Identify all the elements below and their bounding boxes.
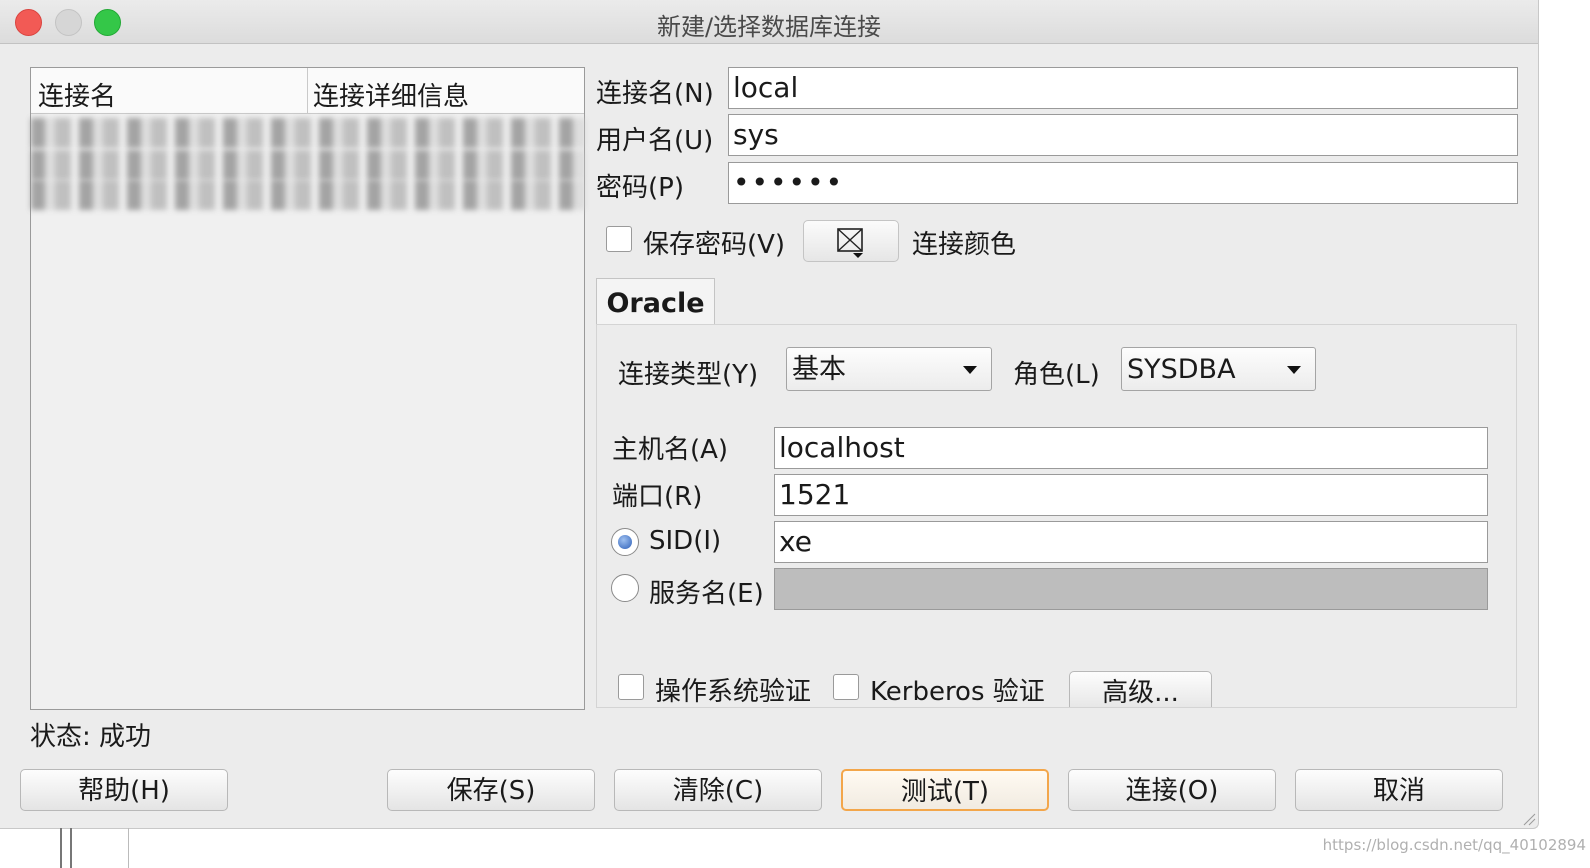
port-input[interactable]: 1521	[774, 474, 1488, 516]
cancel-button[interactable]: 取消	[1295, 769, 1503, 811]
chevron-down-icon	[1287, 366, 1301, 374]
os-auth-label: 操作系统验证	[655, 677, 812, 707]
kerberos-auth-label: Kerberos 验证	[870, 677, 1045, 707]
chevron-down-icon	[963, 366, 977, 374]
resize-grip-icon[interactable]	[1520, 810, 1536, 826]
connection-list[interactable]: 连接名 连接详细信息	[30, 67, 585, 710]
password-input[interactable]: ••••••	[728, 162, 1518, 204]
title-bar: 新建/选择数据库连接	[0, 0, 1538, 44]
save-password-label: 保存密码(V)	[643, 230, 786, 260]
service-name-input[interactable]	[774, 568, 1488, 610]
list-item[interactable]	[31, 150, 584, 180]
advanced-button[interactable]: 高级...	[1069, 671, 1212, 707]
password-label: 密码(P)	[596, 173, 684, 203]
sid-radio[interactable]	[611, 528, 639, 556]
list-item[interactable]	[31, 118, 584, 148]
connection-type-label: 连接类型(Y)	[618, 360, 759, 390]
hostname-label: 主机名(A)	[612, 435, 729, 465]
tab-oracle[interactable]: Oracle	[596, 278, 715, 325]
watermark-text: https://blog.csdn.net/qq_40102894	[1322, 836, 1586, 854]
connect-button[interactable]: 连接(O)	[1068, 769, 1276, 811]
connection-color-label: 连接颜色	[912, 230, 1017, 260]
service-name-label: 服务名(E)	[649, 579, 764, 609]
username-label: 用户名(U)	[596, 126, 714, 156]
sid-label: SID(I)	[649, 526, 722, 556]
connection-type-value: 基本	[792, 354, 846, 385]
column-divider[interactable]	[307, 68, 308, 113]
background-window-divider	[128, 828, 129, 868]
save-password-checkbox[interactable]	[606, 226, 632, 252]
test-button[interactable]: 测试(T)	[841, 769, 1049, 811]
connection-color-button[interactable]	[803, 220, 899, 262]
save-button[interactable]: 保存(S)	[387, 769, 595, 811]
list-item[interactable]	[31, 180, 584, 210]
kerberos-auth-checkbox[interactable]	[833, 674, 859, 700]
status-text: 状态: 成功	[30, 722, 152, 752]
hostname-input[interactable]: localhost	[774, 427, 1488, 469]
role-label: 角色(L)	[1013, 360, 1100, 390]
port-label: 端口(R)	[612, 482, 703, 512]
role-value: SYSDBA	[1127, 354, 1236, 385]
connection-type-select[interactable]: 基本	[786, 347, 992, 391]
connection-list-header: 连接名 连接详细信息	[31, 68, 584, 114]
column-header-connection-name[interactable]: 连接名	[38, 76, 116, 113]
sid-input[interactable]: xe	[774, 521, 1488, 563]
clear-button[interactable]: 清除(C)	[614, 769, 822, 811]
background-window-edge	[60, 828, 72, 868]
username-input[interactable]: sys	[728, 114, 1518, 156]
service-name-radio[interactable]	[611, 574, 639, 602]
connection-name-input[interactable]: local	[728, 67, 1518, 109]
window-title: 新建/选择数据库连接	[656, 13, 882, 41]
oracle-tab-panel: 连接类型(Y) 基本 角色(L) SYSDBA 主机名(A) localhost…	[596, 324, 1517, 708]
connection-dialog: 新建/选择数据库连接 连接名 连接详细信息 状态: 成功 连接名(N) loca…	[0, 0, 1539, 829]
column-header-connection-details[interactable]: 连接详细信息	[313, 76, 469, 113]
color-picker-icon	[837, 228, 863, 258]
connection-name-label: 连接名(N)	[596, 79, 714, 109]
role-select[interactable]: SYSDBA	[1121, 347, 1316, 391]
help-button[interactable]: 帮助(H)	[20, 769, 228, 811]
os-auth-checkbox[interactable]	[618, 674, 644, 700]
